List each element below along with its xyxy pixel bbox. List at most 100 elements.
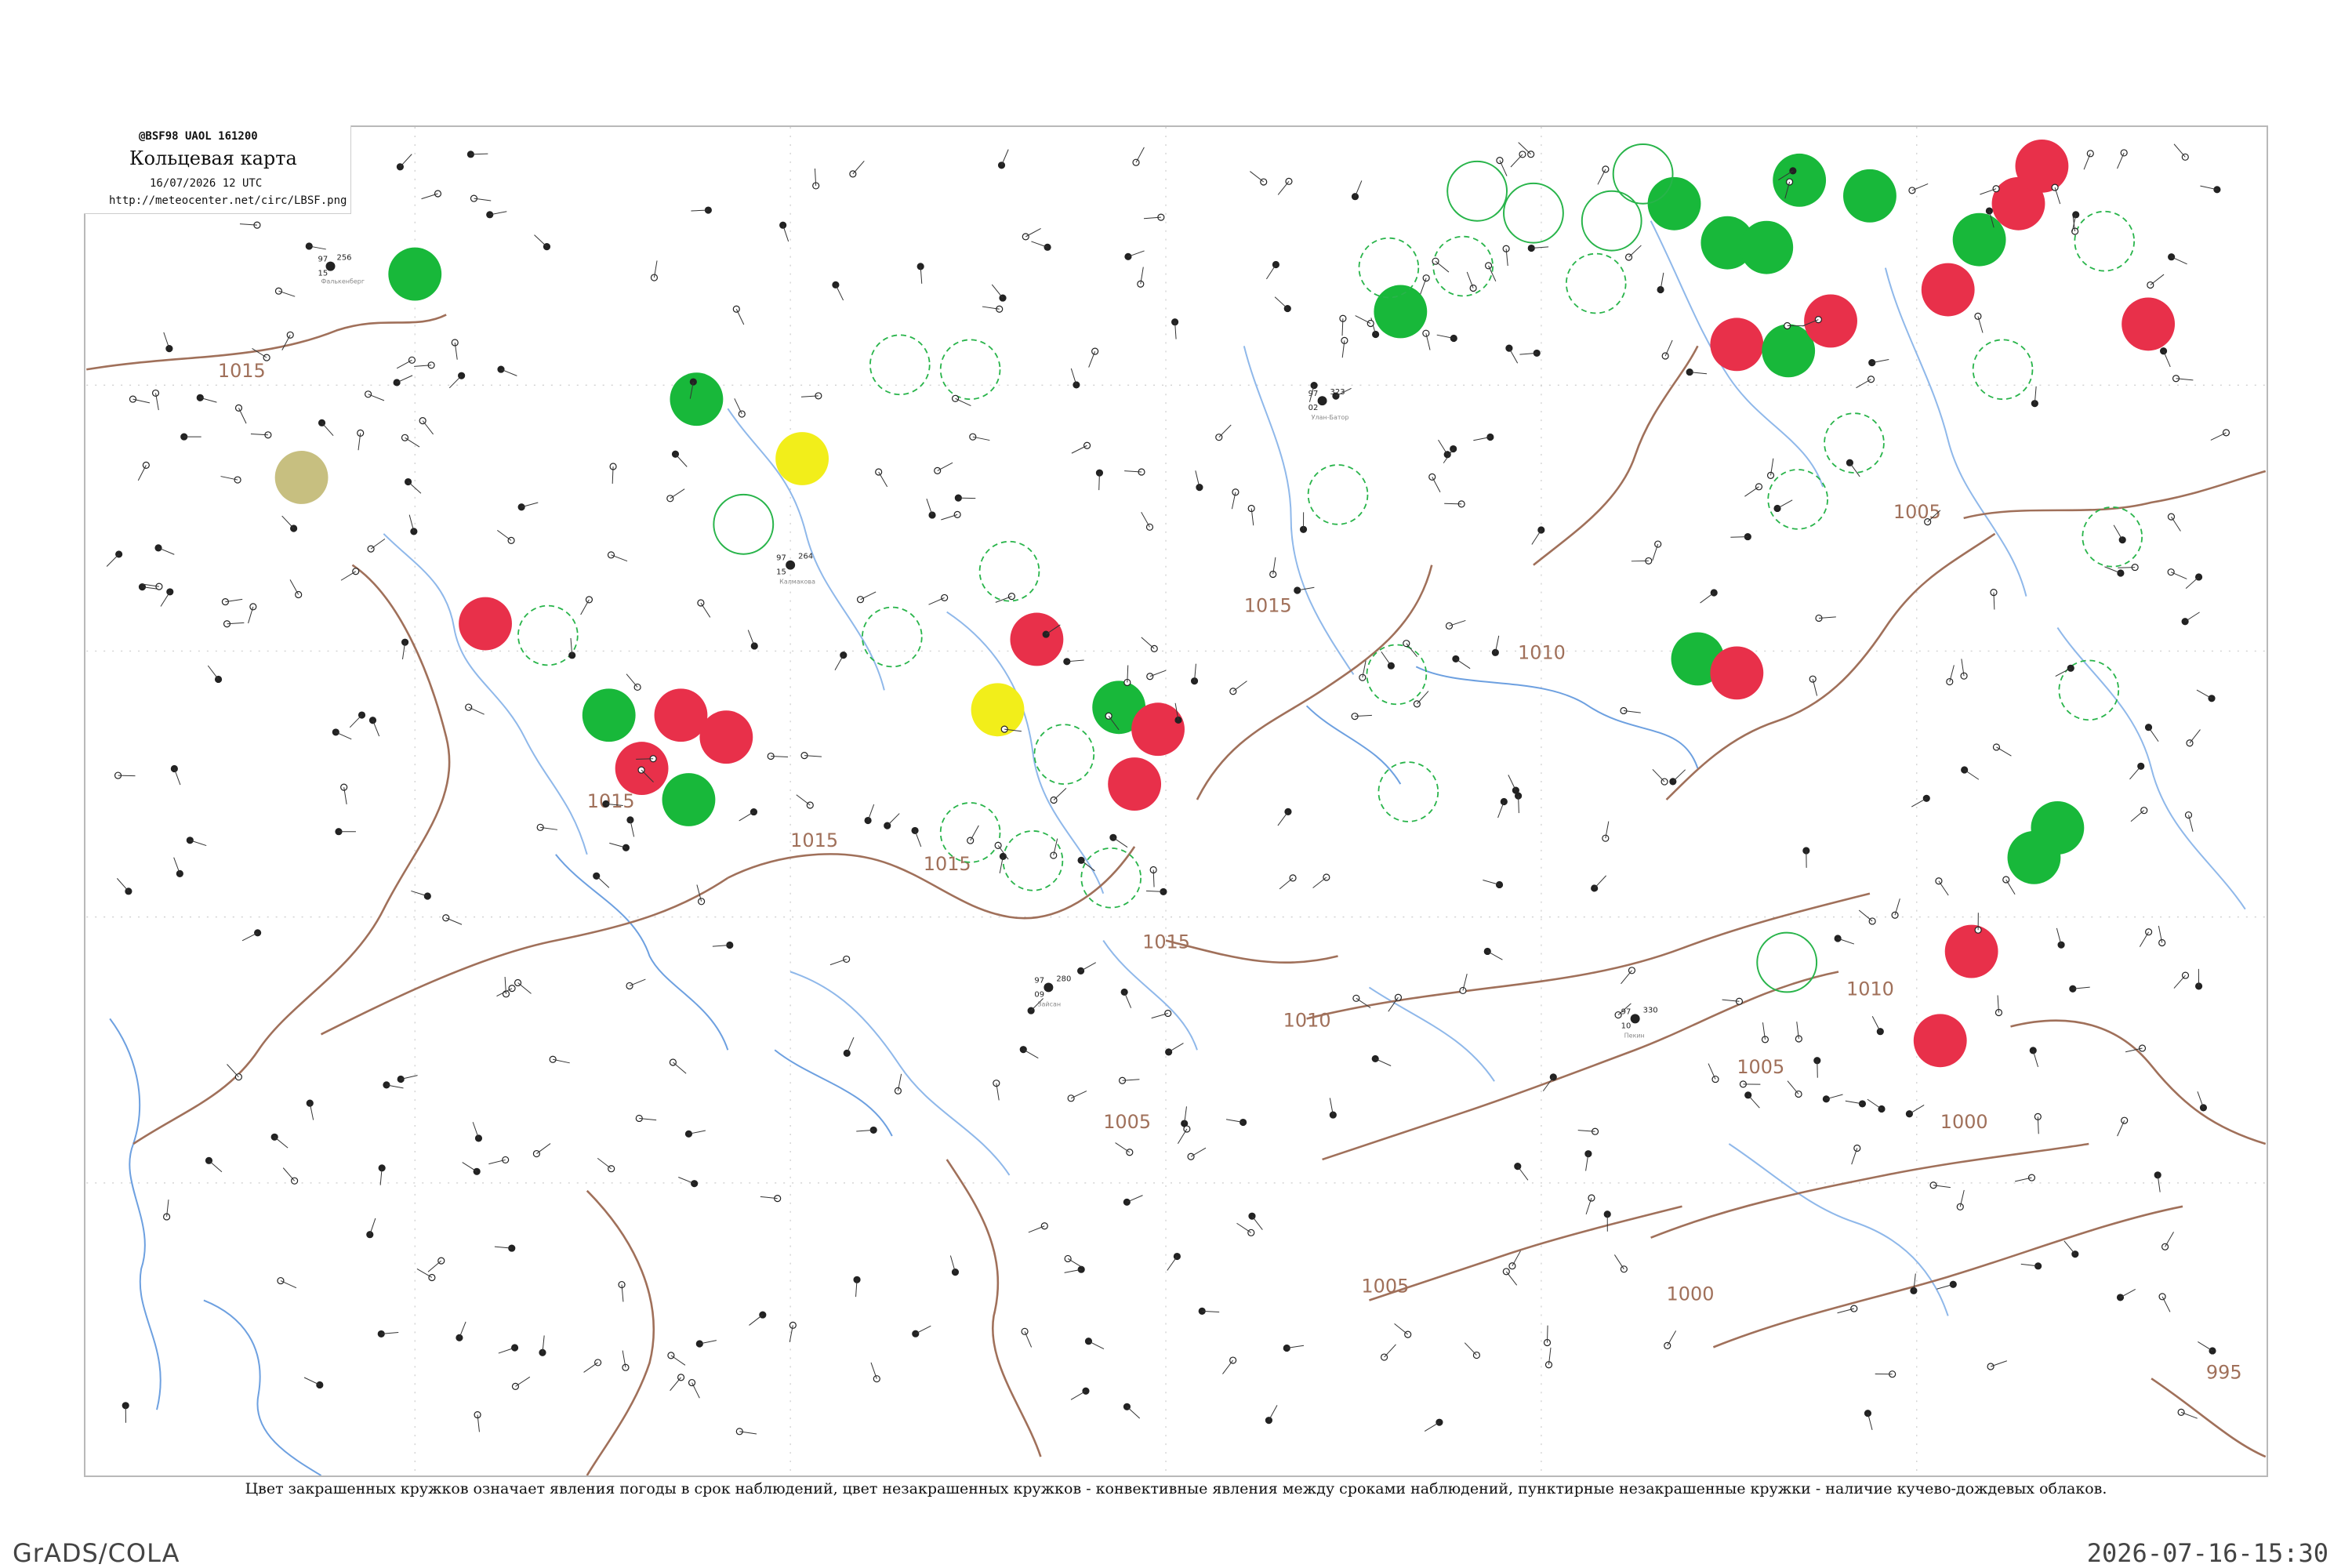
wind-barb [1613,1254,1624,1270]
wind-barb [2198,1341,2213,1352]
station-marker [497,365,505,373]
svg-text:280: 280 [1056,975,1071,983]
isobar-label: 1010 [1846,978,1894,1000]
wind-barb [1190,1147,1207,1157]
wind-barb [1420,278,1427,295]
station-marker [165,345,173,353]
wind-barb [1067,1258,1083,1269]
isobar-label: 1010 [1283,1009,1331,1031]
wind-barb [1849,462,1860,477]
svg-text:Улан-Батор: Улан-Батор [1312,414,1349,421]
station-marker [1500,797,1508,806]
shower-circle [1740,220,1794,274]
svg-text:97: 97 [1034,976,1044,985]
wind-barb [796,794,811,806]
wind-barb [349,714,362,728]
wind-barb [670,1377,681,1392]
wind-barb [281,335,291,350]
wind-barb [2165,1232,2174,1247]
wind-barb [515,1376,531,1387]
wind-barb [928,597,945,605]
wind-barb [281,515,294,529]
isobar-label: 1015 [1244,595,1292,617]
thunderstorm-circle [1710,318,1764,372]
svg-text:10: 10 [1621,1022,1632,1030]
wind-barb [536,1143,551,1154]
wind-barb [1127,250,1145,257]
station-marker [234,404,243,412]
wind-barb [372,720,380,737]
isobar-label: 1005 [1737,1056,1784,1078]
wind-barb [2197,1091,2204,1109]
wind-barb [303,1377,321,1385]
shower-circle [1647,176,1701,230]
wind-barb [173,768,181,786]
shower-circle [1773,153,1827,207]
wind-barb [2113,524,2123,540]
wind-barb [2173,143,2186,158]
wind-barb [1531,529,1542,545]
map-title: Кольцевая карта [129,147,297,169]
wind-barb [829,958,847,966]
isobar-label: 1015 [218,360,266,382]
wind-barb [1123,992,1132,1008]
svg-text:264: 264 [798,553,813,561]
wind-barb [2148,727,2159,742]
wind-barb [747,630,755,647]
wind-barb [852,160,865,175]
isobar-label: 1005 [1893,501,1941,523]
wind-barb [1127,1406,1141,1419]
wind-barb [2150,274,2165,285]
isobar-label: 1005 [1361,1276,1409,1298]
station-marker [2213,186,2221,194]
wind-barb [860,591,877,601]
wind-barb [2161,1296,2171,1312]
wind-barb [445,917,463,925]
wind-barb [734,398,742,415]
wind-barb [1455,659,1471,670]
map-url: http://meteocenter.net/circ/LBSF.png [109,194,347,207]
wind-barb [914,830,922,848]
wind-barb [2055,667,2071,677]
wind-barb [1277,811,1289,826]
wind-barb [2117,1120,2125,1137]
wind-barb [1071,445,1087,454]
wind-barb [596,875,610,888]
wind-barb [1466,271,1474,289]
wind-barb [1355,315,1371,324]
wind-barb [1585,1197,1592,1215]
wind-barb [1508,775,1516,791]
wind-barb [1141,637,1155,649]
wind-barb [2139,931,2150,947]
wind-barb [190,840,207,847]
wind-barb [1424,1421,1440,1432]
station-marker [856,596,865,604]
shower-circle [1374,285,1428,339]
wind-barb [1730,536,1748,538]
wind-barb [834,655,844,671]
wind-barb [173,857,180,874]
wind-barb [1112,837,1128,848]
thunderstorm-circle [2015,139,2069,193]
station-marker [1602,165,1610,173]
wind-barb [241,932,258,942]
wind-barb [160,591,171,607]
svg-text:97: 97 [1621,1007,1632,1016]
hazy-circle [775,432,829,485]
station-marker [2120,149,2128,157]
wind-barb [1851,1148,1858,1165]
thunderstorm-circle [1944,924,1998,978]
wind-barb [626,673,638,688]
isobar-label: 1015 [587,790,635,812]
wind-barb [534,234,547,248]
wind-barb [1417,691,1429,705]
wind-barb [1497,801,1504,818]
wind-barb [472,1122,479,1139]
isobar-label: 1015 [1142,931,1190,953]
wind-barb [2120,1289,2136,1298]
station-markers [106,142,2230,1436]
wind-barb [106,554,119,567]
wind-barb [2171,516,2181,532]
station-marker [1484,262,1493,270]
wind-barb [498,1347,515,1354]
